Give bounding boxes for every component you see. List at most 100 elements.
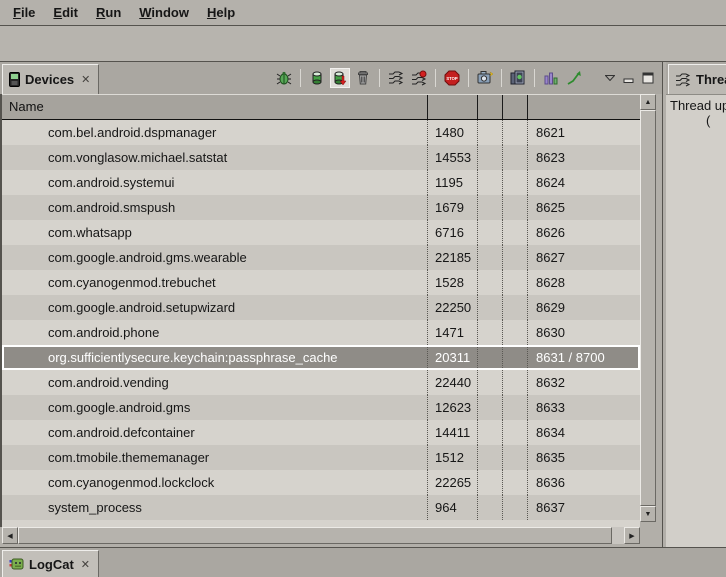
device-name-cell: com.tmobile.thememanager	[2, 445, 428, 470]
devices-table: Name com.bel.android.dspmanager14808621c…	[0, 94, 640, 527]
port-cell: 8632	[528, 370, 640, 395]
port-cell: 8624	[528, 170, 640, 195]
empty-cell	[478, 320, 503, 345]
table-row[interactable]: org.sufficientlysecure.keychain:passphra…	[2, 345, 640, 370]
table-row[interactable]: com.android.smspush16798625	[2, 195, 640, 220]
table-row[interactable]: com.android.systemui11958624	[2, 170, 640, 195]
device-name-cell: com.cyanogenmod.lockclock	[2, 470, 428, 495]
table-row[interactable]: com.google.android.gms.wearable221858627	[2, 245, 640, 270]
menu-help[interactable]: Help	[198, 2, 244, 23]
menu-bar: FileEditRunWindowHelp	[0, 0, 726, 26]
port-cell: 8633	[528, 395, 640, 420]
column-header-name[interactable]: Name	[2, 95, 428, 119]
empty-cell	[503, 470, 528, 495]
port-cell: 8628	[528, 270, 640, 295]
table-row[interactable]: com.android.defcontainer144118634	[2, 420, 640, 445]
pid-cell: 22250	[428, 295, 478, 320]
table-row[interactable]: com.android.phone14718630	[2, 320, 640, 345]
device-name-cell: com.vonglasow.michael.satstat	[2, 145, 428, 170]
minimize-icon[interactable]	[621, 70, 637, 86]
view-menu-icon[interactable]	[602, 70, 618, 86]
scroll-up-icon[interactable]: ▲	[640, 94, 656, 110]
threads-panel: Threads Thread up (	[666, 62, 726, 547]
stop-thread-updates-icon[interactable]	[409, 68, 429, 88]
dump-hprof-icon[interactable]	[330, 68, 350, 88]
tab-threads[interactable]: Threads	[668, 64, 726, 94]
devices-tab-label: Devices	[25, 72, 74, 87]
threads-message-line1: Thread up	[670, 98, 726, 113]
device-name-cell: com.google.android.gms.wearable	[2, 245, 428, 270]
empty-cell	[478, 395, 503, 420]
table-row[interactable]: com.whatsapp6716 8626	[2, 220, 640, 245]
close-icon[interactable]: ✕	[79, 73, 90, 86]
toolbar-separator	[379, 69, 380, 87]
horizontal-scroll-thumb[interactable]	[18, 527, 612, 544]
devices-view-toolbar: STOP	[274, 62, 656, 94]
empty-cell	[503, 145, 528, 170]
device-name-cell: com.android.smspush	[2, 195, 428, 220]
main-toolbar	[0, 26, 726, 62]
vertical-scroll-thumb[interactable]	[640, 110, 656, 506]
toolbar-separator	[534, 69, 535, 87]
capture-multiple-screens-icon[interactable]	[508, 68, 528, 88]
column-header-4[interactable]	[528, 95, 640, 119]
screen-capture-camera-icon[interactable]	[475, 68, 495, 88]
device-name-cell: org.sufficientlysecure.keychain:passphra…	[2, 345, 428, 370]
close-icon[interactable]: ✕	[79, 558, 90, 571]
menu-run[interactable]: Run	[87, 2, 130, 23]
start-method-profiling-icon[interactable]	[564, 68, 584, 88]
table-row[interactable]: com.google.android.gms126238633	[2, 395, 640, 420]
horizontal-scrollbar[interactable]: ◀ ▶	[2, 527, 640, 544]
tab-devices[interactable]: Devices ✕	[2, 64, 99, 94]
table-row[interactable]: com.google.android.setupwizard222508629	[2, 295, 640, 320]
empty-cell	[503, 270, 528, 295]
empty-cell	[503, 345, 528, 370]
tab-logcat[interactable]: LogCat ✕	[2, 550, 99, 577]
debug-process-icon[interactable]	[274, 68, 294, 88]
table-row[interactable]: com.android.vending224408632	[2, 370, 640, 395]
table-row[interactable]: com.vonglasow.michael.satstat145538623	[2, 145, 640, 170]
column-header-3[interactable]	[503, 95, 528, 119]
empty-cell	[503, 220, 528, 245]
empty-cell	[478, 145, 503, 170]
menu-file[interactable]: File	[4, 2, 44, 23]
scroll-left-icon[interactable]: ◀	[2, 527, 18, 544]
port-cell: 8626	[528, 220, 640, 245]
menu-edit[interactable]: Edit	[44, 2, 87, 23]
empty-cell	[478, 270, 503, 295]
scroll-down-icon[interactable]: ▼	[640, 506, 656, 522]
scroll-right-icon[interactable]: ▶	[624, 527, 640, 544]
table-row[interactable]: com.cyanogenmod.lockclock222658636	[2, 470, 640, 495]
menu-window[interactable]: Window	[130, 2, 198, 23]
port-cell: 8636	[528, 470, 640, 495]
vertical-scrollbar[interactable]: ▲ ▼	[640, 94, 656, 522]
table-row[interactable]: com.tmobile.thememanager1512 8635	[2, 445, 640, 470]
stop-process-icon[interactable]: STOP	[442, 68, 462, 88]
table-header[interactable]: Name	[2, 94, 640, 120]
pid-cell: 1512	[428, 445, 478, 470]
column-header-1[interactable]	[428, 95, 478, 119]
update-heap-icon[interactable]	[307, 68, 327, 88]
cause-gc-trash-icon[interactable]	[353, 68, 373, 88]
device-name-cell: com.google.android.setupwizard	[2, 295, 428, 320]
update-threads-icon[interactable]	[386, 68, 406, 88]
device-name-cell: com.google.android.gms	[2, 395, 428, 420]
table-row[interactable]: system_process9648637	[2, 495, 640, 520]
table-row[interactable]: com.bel.android.dspmanager14808621	[2, 120, 640, 145]
pid-cell: 6716	[428, 220, 478, 245]
empty-cell	[478, 445, 503, 470]
empty-cell	[478, 470, 503, 495]
device-name-cell: com.android.defcontainer	[2, 420, 428, 445]
port-cell: 8631 / 8700	[528, 345, 640, 370]
method-profiling-icon[interactable]	[541, 68, 561, 88]
device-name-cell: com.whatsapp	[2, 220, 428, 245]
threads-tab-label: Threads	[696, 72, 726, 87]
device-name-cell: com.cyanogenmod.trebuchet	[2, 270, 428, 295]
maximize-icon[interactable]	[640, 70, 656, 86]
port-cell: 8635	[528, 445, 640, 470]
device-name-cell: com.android.systemui	[2, 170, 428, 195]
table-row[interactable]: com.cyanogenmod.trebuchet15288628	[2, 270, 640, 295]
main-area: Devices ✕ STOP Name com.bel.android.dspm…	[0, 62, 726, 547]
threads-icon	[675, 72, 691, 88]
column-header-2[interactable]	[478, 95, 503, 119]
